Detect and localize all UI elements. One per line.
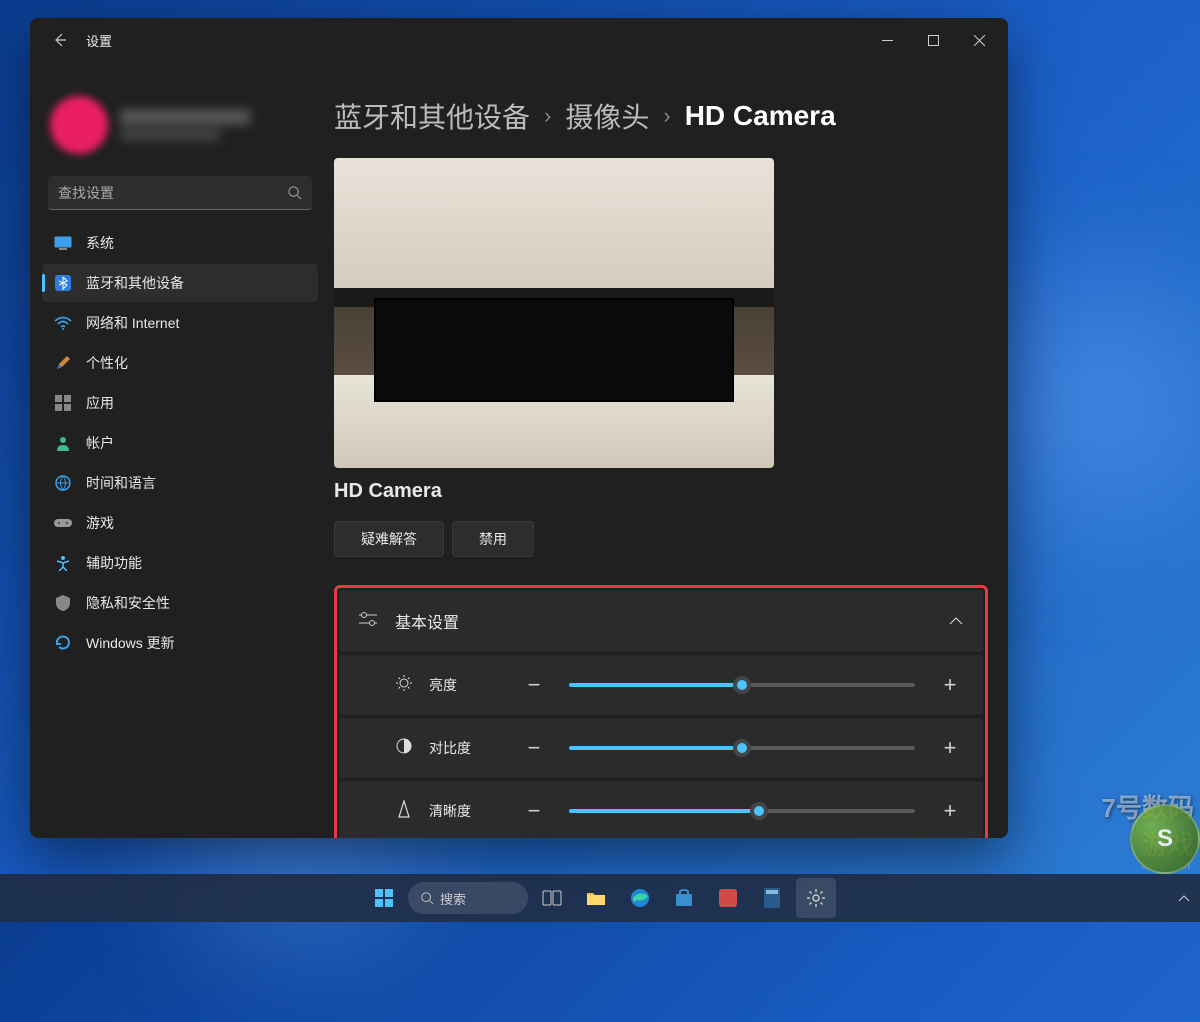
nav-label: 辅助功能 xyxy=(86,553,142,573)
nav-list: 系统 蓝牙和其他设备 网络和 Internet 个性化 应用 xyxy=(38,224,322,662)
camera-name: HD Camera xyxy=(334,480,988,503)
panel-header[interactable]: 基本设置 xyxy=(339,590,983,652)
user-name xyxy=(120,109,250,125)
gamepad-icon xyxy=(54,514,72,532)
edge-icon[interactable] xyxy=(620,878,660,918)
nav-update[interactable]: Windows 更新 xyxy=(42,624,318,662)
nav-label: 游戏 xyxy=(86,513,114,533)
nav-privacy[interactable]: 隐私和安全性 xyxy=(42,584,318,622)
nav-system[interactable]: 系统 xyxy=(42,224,318,262)
camera-preview xyxy=(334,158,774,468)
nav-bluetooth[interactable]: 蓝牙和其他设备 xyxy=(42,264,318,302)
brightness-row: 亮度 − + xyxy=(339,655,983,715)
settings-icon[interactable] xyxy=(796,878,836,918)
wifi-icon xyxy=(54,314,72,332)
system-tray[interactable] xyxy=(1178,894,1190,902)
contrast-slider[interactable] xyxy=(569,746,915,750)
nav-label: 应用 xyxy=(86,393,114,413)
app-icon[interactable] xyxy=(708,878,748,918)
window-title: 设置 xyxy=(86,31,112,50)
watermark-logo: S xyxy=(1130,804,1200,874)
decrease-button[interactable]: − xyxy=(521,798,547,824)
back-button[interactable] xyxy=(44,24,76,56)
nav-label: 帐户 xyxy=(86,433,114,453)
chevron-right-icon: › xyxy=(663,103,670,129)
brightness-icon xyxy=(393,674,415,697)
task-view[interactable] xyxy=(532,878,572,918)
user-account[interactable] xyxy=(38,96,322,172)
increase-button[interactable]: + xyxy=(937,672,963,698)
nav-label: 隐私和安全性 xyxy=(86,593,170,613)
sidebar: 查找设置 系统 蓝牙和其他设备 网络和 Internet xyxy=(30,62,330,838)
content: 蓝牙和其他设备 › 摄像头 › HD Camera HD Camera 疑难解答… xyxy=(330,62,1008,838)
nav-label: 蓝牙和其他设备 xyxy=(86,273,184,293)
bluetooth-icon xyxy=(54,274,72,292)
contrast-icon xyxy=(393,737,415,760)
taskbar: 搜索 xyxy=(0,874,1200,922)
start-button[interactable] xyxy=(364,878,404,918)
decrease-button[interactable]: − xyxy=(521,672,547,698)
sharpness-slider[interactable] xyxy=(569,809,915,813)
calculator-icon[interactable] xyxy=(752,878,792,918)
user-email xyxy=(120,129,220,141)
system-icon xyxy=(54,234,72,252)
nav-label: 网络和 Internet xyxy=(86,313,179,333)
shield-icon xyxy=(54,594,72,612)
slider-label: 亮度 xyxy=(429,675,507,695)
chevron-up-icon xyxy=(949,612,963,630)
globe-icon xyxy=(54,474,72,492)
chevron-right-icon: › xyxy=(544,103,551,129)
breadcrumb-current: HD Camera xyxy=(685,100,836,132)
troubleshoot-button[interactable]: 疑难解答 xyxy=(334,521,444,557)
breadcrumb: 蓝牙和其他设备 › 摄像头 › HD Camera xyxy=(334,96,988,136)
nav-time-language[interactable]: 时间和语言 xyxy=(42,464,318,502)
nav-label: 系统 xyxy=(86,233,114,253)
brightness-slider[interactable] xyxy=(569,683,915,687)
decrease-button[interactable]: − xyxy=(521,735,547,761)
search-input[interactable]: 查找设置 xyxy=(48,176,312,210)
brush-icon xyxy=(54,354,72,372)
nav-label: 时间和语言 xyxy=(86,473,156,493)
avatar xyxy=(50,96,108,154)
nav-apps[interactable]: 应用 xyxy=(42,384,318,422)
person-icon xyxy=(54,434,72,452)
explorer-icon[interactable] xyxy=(576,878,616,918)
sharpness-icon xyxy=(393,800,415,823)
nav-accounts[interactable]: 帐户 xyxy=(42,424,318,462)
close-button[interactable] xyxy=(956,24,1002,56)
titlebar: 设置 xyxy=(30,18,1008,62)
accessibility-icon xyxy=(54,554,72,572)
nav-personalization[interactable]: 个性化 xyxy=(42,344,318,382)
apps-icon xyxy=(54,394,72,412)
slider-label: 清晰度 xyxy=(429,801,507,821)
chevron-up-icon xyxy=(1178,894,1190,902)
search-placeholder: 查找设置 xyxy=(58,183,287,203)
increase-button[interactable]: + xyxy=(937,735,963,761)
panel-title: 基本设置 xyxy=(395,609,459,633)
nav-accessibility[interactable]: 辅助功能 xyxy=(42,544,318,582)
nav-label: 个性化 xyxy=(86,353,128,373)
nav-network[interactable]: 网络和 Internet xyxy=(42,304,318,342)
nav-gaming[interactable]: 游戏 xyxy=(42,504,318,542)
breadcrumb-mid[interactable]: 摄像头 xyxy=(565,96,649,136)
minimize-button[interactable] xyxy=(864,24,910,56)
maximize-button[interactable] xyxy=(910,24,956,56)
search-icon xyxy=(420,891,434,905)
contrast-row: 对比度 − + xyxy=(339,718,983,778)
slider-label: 对比度 xyxy=(429,738,507,758)
settings-window: 设置 查找设置 系统 xyxy=(30,18,1008,838)
store-icon[interactable] xyxy=(664,878,704,918)
breadcrumb-root[interactable]: 蓝牙和其他设备 xyxy=(334,96,530,136)
disable-button[interactable]: 禁用 xyxy=(452,521,534,557)
sliders-icon xyxy=(359,612,379,631)
search-icon xyxy=(287,185,302,200)
basic-settings-panel: 基本设置 亮度 − + 对比度 − xyxy=(334,585,988,838)
sharpness-row: 清晰度 − + xyxy=(339,781,983,838)
taskbar-search[interactable]: 搜索 xyxy=(408,882,528,914)
update-icon xyxy=(54,634,72,652)
nav-label: Windows 更新 xyxy=(86,633,175,653)
increase-button[interactable]: + xyxy=(937,798,963,824)
